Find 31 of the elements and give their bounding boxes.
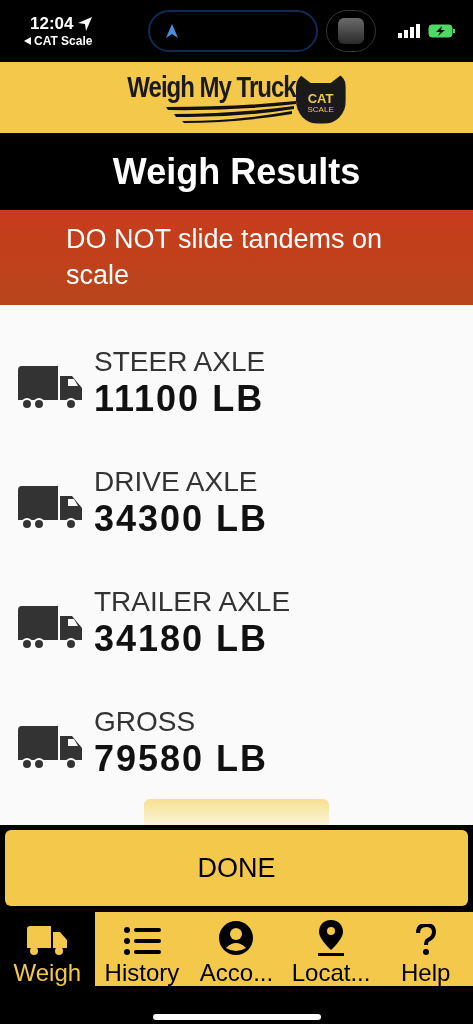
warning-text: DO NOT slide tandems on scale bbox=[66, 223, 384, 292]
navigation-arrow-icon bbox=[166, 24, 178, 38]
axle-label: DRIVE AXLE bbox=[94, 466, 259, 498]
clock-time: 12:04 bbox=[30, 14, 74, 34]
axle-label: TRAILER AXLE bbox=[94, 586, 291, 618]
cat-badge-text: CAT bbox=[307, 91, 334, 105]
truck-icon bbox=[27, 925, 68, 956]
help-icon bbox=[415, 923, 436, 956]
weight-value: 11100 LB bbox=[94, 378, 266, 420]
weight-value: 79580 LB bbox=[94, 738, 269, 780]
location-arrow-icon bbox=[77, 16, 94, 32]
signal-icon bbox=[398, 24, 420, 38]
back-link[interactable]: CAT Scale bbox=[34, 34, 93, 48]
truck-icon bbox=[18, 486, 82, 530]
logo-title: Weigh My Truck bbox=[127, 69, 296, 104]
back-triangle-icon[interactable] bbox=[24, 37, 31, 45]
axle-label: GROSS bbox=[94, 706, 197, 738]
truck-icon bbox=[18, 366, 82, 410]
tab-item[interactable]: Weigh bbox=[0, 912, 95, 986]
weight-value: 34300 LB bbox=[94, 498, 269, 540]
account-icon bbox=[218, 919, 255, 956]
weight-value: 34180 LB bbox=[94, 618, 270, 660]
list-icon bbox=[122, 925, 161, 956]
truck-icon bbox=[18, 606, 82, 650]
location-pin-icon bbox=[318, 919, 345, 956]
done-button[interactable]: DONE bbox=[5, 830, 468, 906]
battery-charging-icon bbox=[428, 24, 456, 38]
cat-badge-subtext: SCALE bbox=[307, 104, 334, 114]
axle-label: STEER AXLE bbox=[94, 346, 266, 378]
page-title: Weigh Results bbox=[112, 150, 361, 193]
truck-icon bbox=[18, 726, 82, 770]
